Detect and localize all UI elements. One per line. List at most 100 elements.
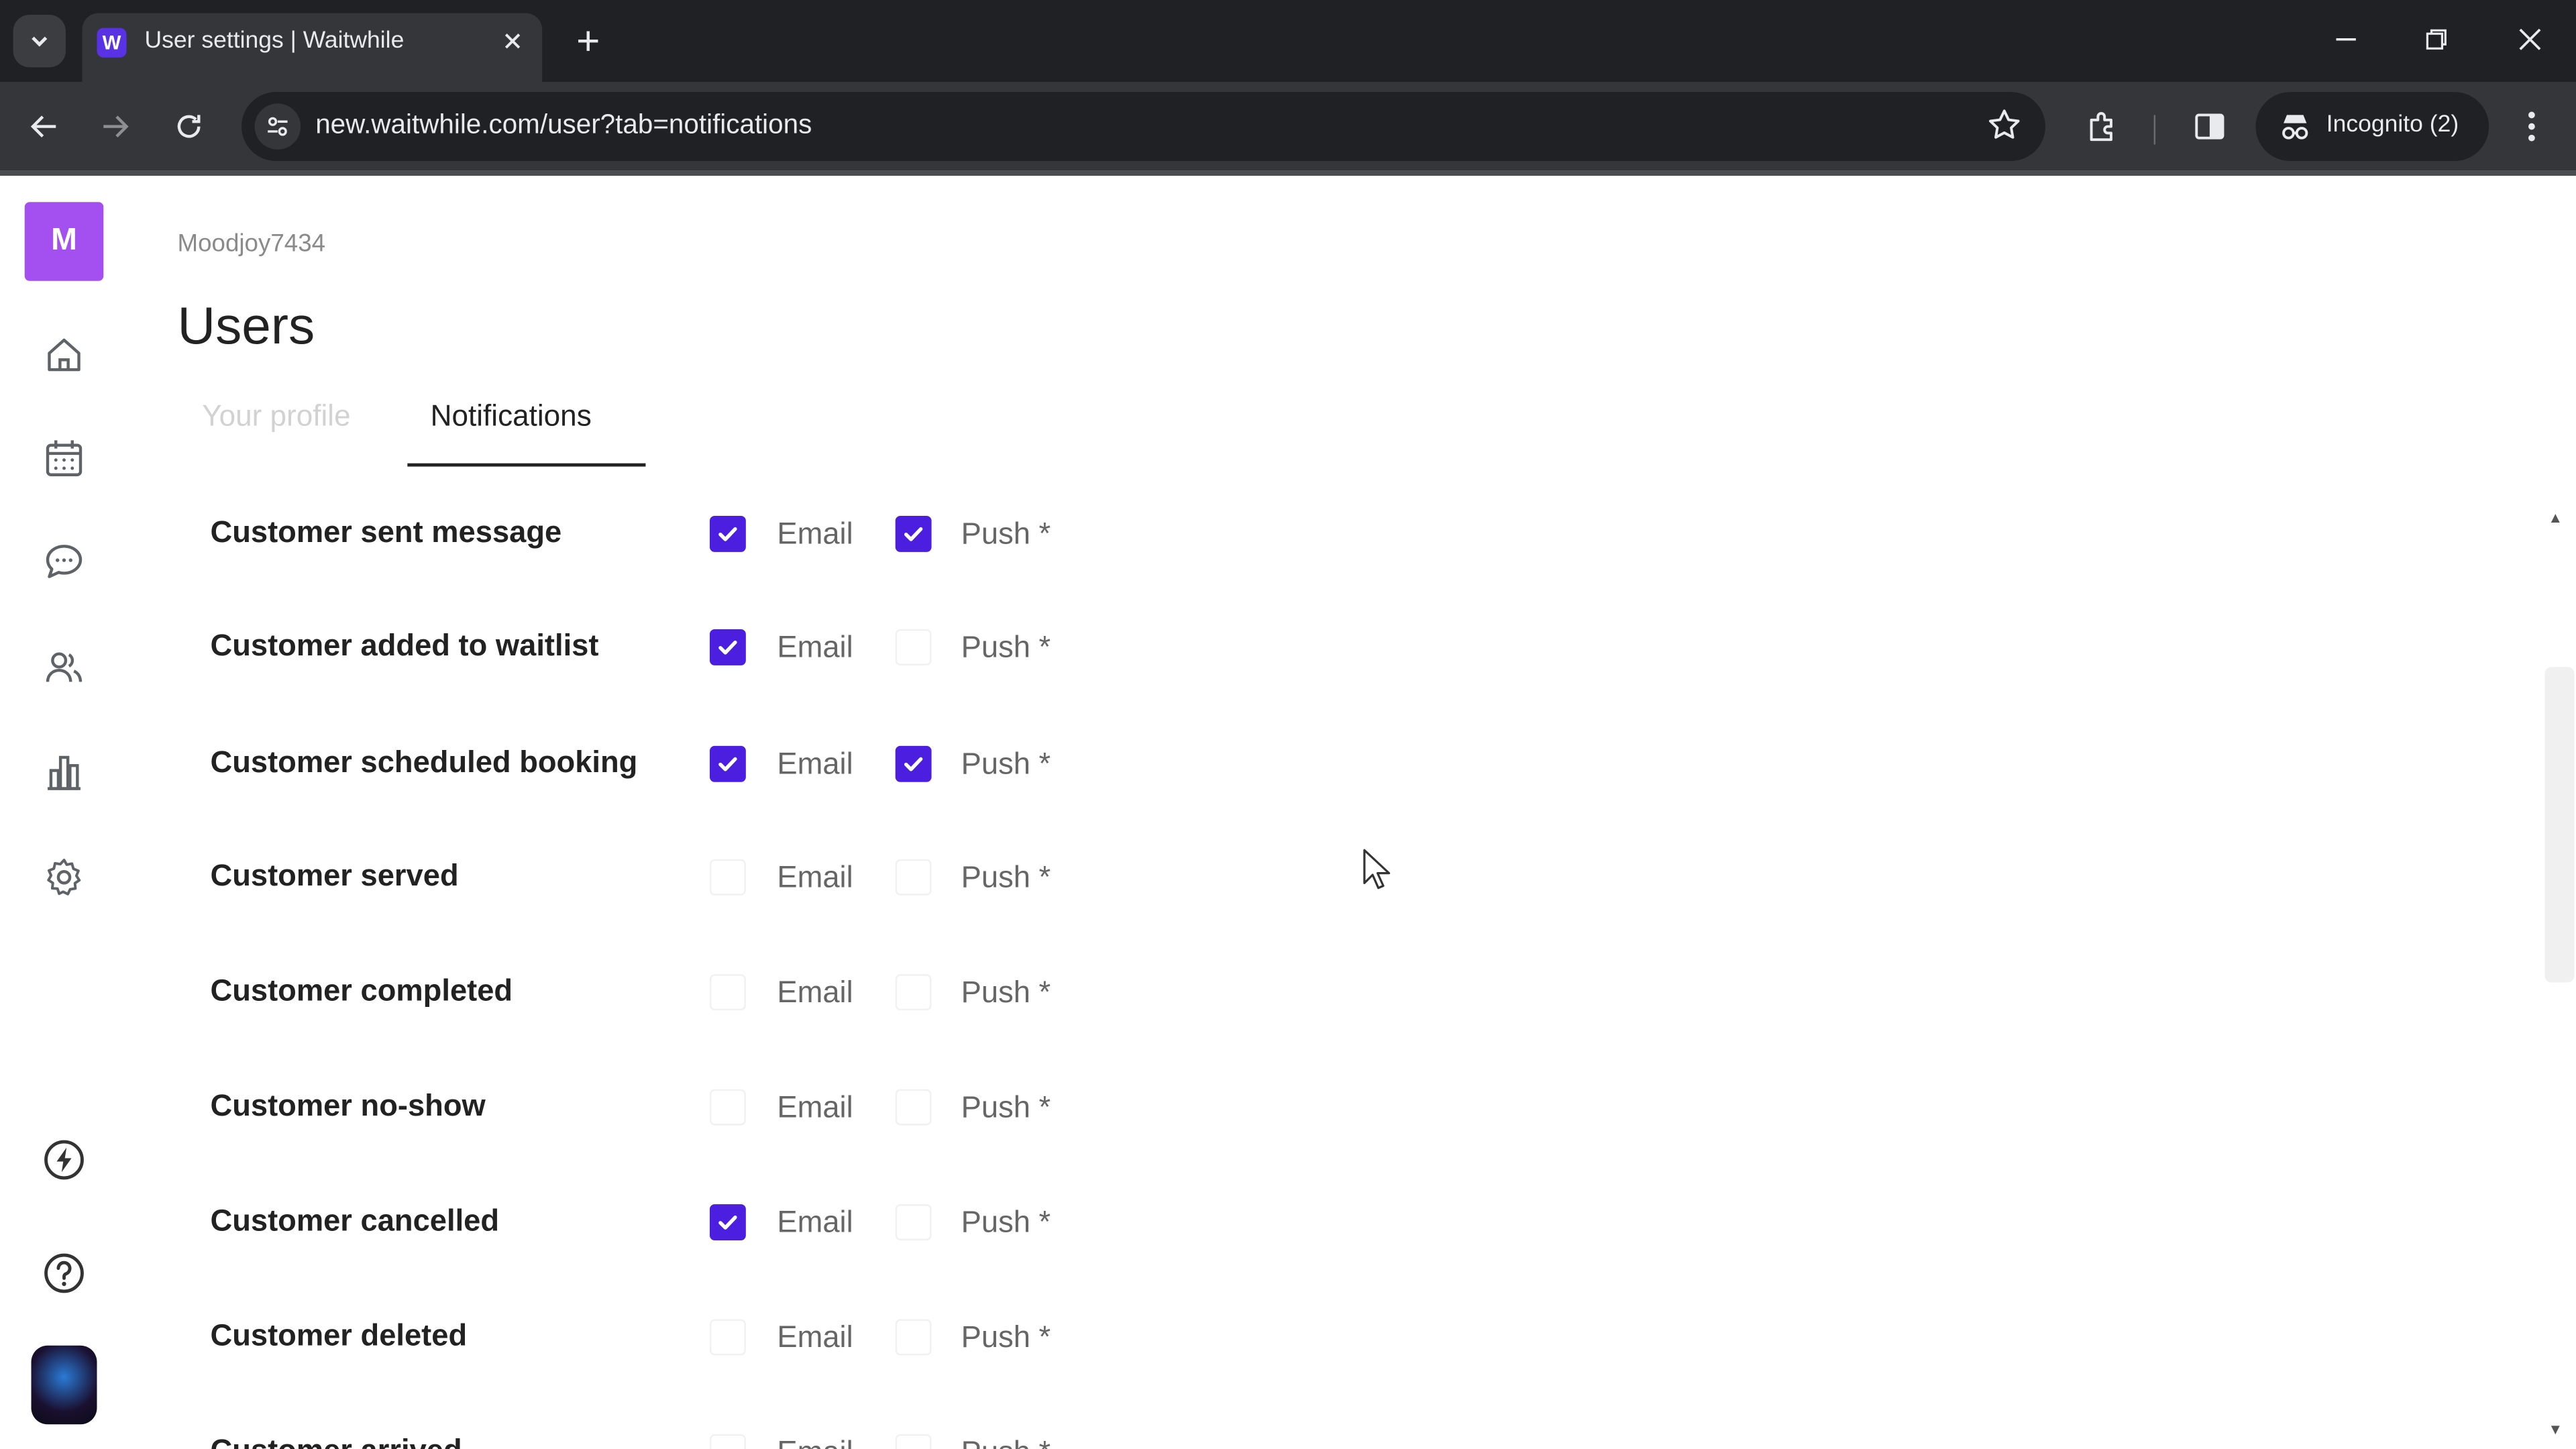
chat-icon: [46, 545, 83, 578]
sidebar-item-whats-new[interactable]: [41, 1137, 87, 1183]
toolbar-divider: [0, 170, 2576, 176]
users-icon: [46, 652, 83, 682]
scroll-up-button[interactable]: ▲: [2548, 509, 2567, 529]
side-panel-button[interactable]: [2187, 103, 2233, 150]
email-option-label[interactable]: Email: [777, 1089, 853, 1126]
app-sidebar: M: [0, 176, 129, 1449]
tab-close-button[interactable]: [493, 21, 533, 61]
notification-label: Customer cancelled: [210, 1202, 500, 1238]
browser-tab[interactable]: W User settings | Waitwhile: [82, 13, 543, 83]
email-option-label[interactable]: Email: [777, 629, 853, 665]
sidebar-item-calendar[interactable]: [41, 435, 87, 482]
email-option-label[interactable]: Email: [777, 1320, 853, 1356]
push-option-label[interactable]: Push *: [961, 1089, 1051, 1126]
site-info-button[interactable]: [254, 103, 301, 150]
sidebar-item-help[interactable]: [41, 1250, 87, 1297]
email-option-label[interactable]: Email: [777, 746, 853, 782]
push-option-label[interactable]: Push *: [961, 859, 1051, 896]
email-checkbox[interactable]: [709, 859, 746, 896]
sidebar-item-settings[interactable]: [41, 854, 87, 900]
email-checkbox[interactable]: [709, 1434, 746, 1449]
puzzle-icon: [2090, 112, 2112, 142]
tab-search-button[interactable]: [13, 15, 66, 68]
email-checkbox[interactable]: [709, 1204, 746, 1240]
email-checkbox[interactable]: [709, 1319, 746, 1356]
notification-label: Customer sent message: [210, 514, 562, 549]
push-option-label[interactable]: Push *: [961, 746, 1051, 782]
more-vertical-icon: [2528, 111, 2535, 142]
tab-your-profile[interactable]: Your profile: [202, 399, 350, 433]
forward-button[interactable]: [91, 102, 140, 151]
push-option-label[interactable]: Push *: [961, 629, 1051, 665]
scroll-down-button[interactable]: ▼: [2548, 1421, 2567, 1440]
minimize-icon: [2336, 38, 2356, 41]
tab-notifications[interactable]: Notifications: [431, 399, 592, 433]
push-checkbox[interactable]: [895, 745, 932, 782]
push-checkbox[interactable]: [895, 859, 932, 896]
browser-menu-button[interactable]: [2509, 103, 2555, 150]
push-option-label[interactable]: Push *: [961, 1204, 1051, 1240]
push-option-label[interactable]: Push *: [961, 1434, 1051, 1449]
plus-icon: [578, 31, 598, 51]
address-bar[interactable]: new.waitwhile.com/user?tab=notifications: [241, 92, 2046, 162]
email-option-label[interactable]: Email: [777, 1434, 853, 1449]
sidebar-item-messages[interactable]: [41, 539, 87, 585]
email-checkbox[interactable]: [709, 1089, 746, 1126]
extensions-button[interactable]: [2080, 103, 2126, 150]
email-checkbox[interactable]: [709, 974, 746, 1011]
push-checkbox[interactable]: [895, 1204, 932, 1240]
push-checkbox[interactable]: [895, 1319, 932, 1356]
org-avatar[interactable]: M: [24, 202, 104, 281]
push-option-label[interactable]: Push *: [961, 974, 1051, 1010]
push-checkbox[interactable]: [895, 974, 932, 1011]
bookmark-button[interactable]: [1986, 107, 2023, 151]
arrow-left-icon: [30, 115, 56, 138]
mouse-cursor-icon: [1363, 849, 1391, 890]
reload-button[interactable]: [164, 102, 213, 151]
notification-label: Customer added to waitlist: [210, 627, 599, 662]
home-icon: [48, 338, 80, 372]
email-checkbox[interactable]: [709, 629, 746, 665]
new-tab-button[interactable]: [565, 18, 611, 64]
push-checkbox[interactable]: [895, 515, 932, 552]
email-checkbox[interactable]: [709, 515, 746, 552]
incognito-button[interactable]: Incognito (2): [2255, 92, 2489, 162]
tab-title: User settings | Waitwhile: [144, 28, 405, 54]
reload-icon: [177, 115, 201, 138]
push-option-label[interactable]: Push *: [961, 516, 1051, 552]
page-title: Users: [177, 295, 315, 355]
analytics-icon: [48, 755, 81, 790]
notification-label: Customer no-show: [210, 1087, 486, 1122]
chevron-down-icon: [32, 36, 48, 47]
restore-icon: [2426, 29, 2447, 50]
lightning-icon: [44, 1140, 84, 1180]
org-name: Moodjoy7434: [177, 229, 326, 258]
checkmark-icon: [718, 1216, 737, 1230]
push-option-label[interactable]: Push *: [961, 1320, 1051, 1356]
user-avatar[interactable]: [31, 1345, 97, 1425]
push-checkbox[interactable]: [895, 1089, 932, 1126]
email-checkbox[interactable]: [709, 745, 746, 782]
push-checkbox[interactable]: [895, 629, 932, 665]
help-icon: [44, 1253, 84, 1293]
side-panel-icon: [2195, 113, 2224, 140]
notification-label: Customer scheduled booking: [210, 744, 638, 779]
email-option-label[interactable]: Email: [777, 1204, 853, 1240]
minimize-button[interactable]: [2313, 13, 2379, 66]
push-checkbox[interactable]: [895, 1434, 932, 1449]
notification-label: Customer served: [210, 857, 459, 892]
browser-toolbar: new.waitwhile.com/user?tab=notifications…: [0, 82, 2576, 171]
email-option-label[interactable]: Email: [777, 974, 853, 1010]
restore-button[interactable]: [2404, 13, 2469, 66]
back-button[interactable]: [19, 102, 68, 151]
email-option-label[interactable]: Email: [777, 859, 853, 896]
sidebar-item-home[interactable]: [41, 332, 87, 378]
sidebar-item-analytics[interactable]: [41, 749, 87, 796]
star-icon: [1989, 109, 2020, 139]
scrollbar-thumb[interactable]: [2544, 667, 2575, 983]
close-window-button[interactable]: [2497, 13, 2563, 66]
url-text: new.waitwhile.com/user?tab=notifications: [315, 110, 812, 140]
notification-label: Customer deleted: [210, 1318, 468, 1352]
sidebar-item-customers[interactable]: [41, 644, 87, 690]
email-option-label[interactable]: Email: [777, 516, 853, 552]
